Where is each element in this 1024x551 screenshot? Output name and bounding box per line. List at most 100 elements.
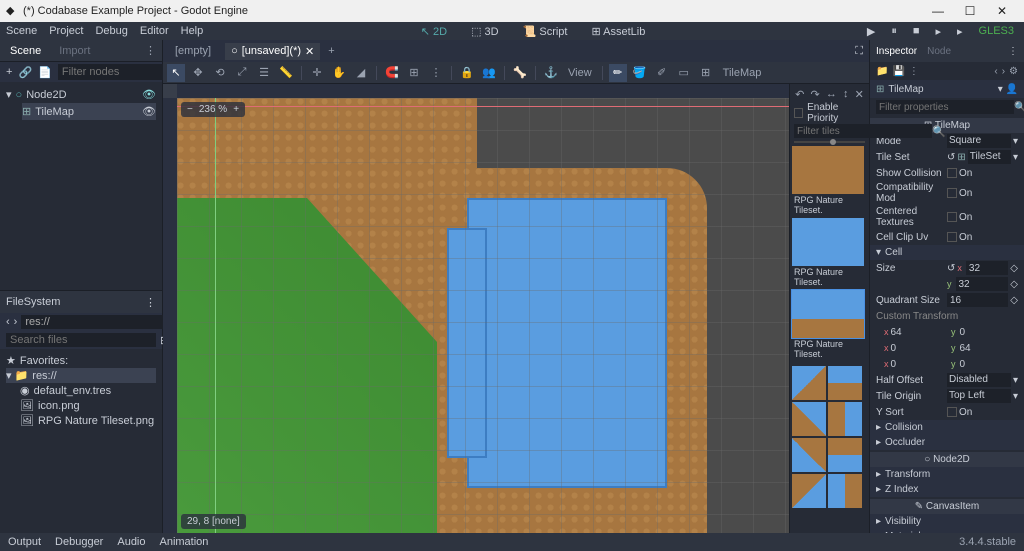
tile-variant[interactable] [828, 474, 862, 508]
prop-compat-check[interactable] [947, 188, 957, 198]
tilemap-rect-icon[interactable]: ▭ [675, 64, 693, 82]
prop-size-y[interactable]: 32 [956, 277, 1009, 291]
menu-project[interactable]: Project [49, 25, 83, 37]
tab-inspector[interactable]: Inspector [876, 46, 917, 57]
menu-editor[interactable]: Editor [140, 25, 169, 37]
menu-debug[interactable]: Debug [95, 25, 127, 37]
play-button[interactable]: ▶ [863, 25, 879, 38]
list-tool-icon[interactable]: ☰ [255, 64, 273, 82]
doc-tab-unsaved[interactable]: ○ [unsaved](*) ✕ [225, 43, 320, 60]
section-cell[interactable]: ▾ Cell [870, 245, 1024, 260]
tile-item[interactable]: RPG Nature Tileset. [792, 290, 867, 360]
open-icon[interactable]: 📁 [876, 66, 888, 77]
tab-node[interactable]: Node [927, 46, 951, 57]
minimize-button[interactable]: — [922, 4, 954, 18]
forward-icon[interactable]: › [14, 316, 18, 328]
flip-h-icon[interactable]: ↔ [826, 88, 837, 100]
dock-options-icon[interactable]: ⋮ [1008, 46, 1018, 57]
bottom-animation[interactable]: Animation [160, 536, 209, 548]
tile-variant[interactable] [792, 366, 826, 400]
add-tab-icon[interactable]: + [328, 45, 334, 57]
tile-variant[interactable] [828, 366, 862, 400]
forward-icon[interactable]: › [1002, 66, 1005, 77]
enable-priority-checkbox[interactable] [794, 108, 803, 118]
tab-import-dock[interactable]: Import [55, 43, 94, 59]
add-node-icon[interactable]: + [6, 66, 12, 78]
ruler-tool-icon[interactable]: 📏 [277, 64, 295, 82]
rotate-tool-icon[interactable]: ⟲ [211, 64, 229, 82]
fs-search-input[interactable] [6, 333, 156, 347]
tab-scene-dock[interactable]: Scene [6, 43, 45, 59]
scene-node-root[interactable]: ▾○ Node2D 👁 [6, 86, 156, 103]
back-icon[interactable]: ‹ [6, 316, 10, 328]
rotate-right-icon[interactable]: ↷ [810, 88, 819, 101]
search-icon[interactable]: 🔍 [1014, 102, 1024, 113]
play-scene-button[interactable]: ▸ [931, 25, 945, 38]
section-zindex[interactable]: ▸ Z Index [870, 482, 1024, 497]
stop-button[interactable]: ■ [909, 25, 924, 37]
tile-variant[interactable] [828, 402, 862, 436]
flip-v-icon[interactable]: ↕ [843, 88, 849, 100]
view-menu[interactable]: View [564, 64, 596, 82]
dock-options-icon[interactable]: ⋮ [145, 296, 156, 309]
canvas-viewport[interactable]: − 236 % + 29, 8 [none] [163, 84, 789, 533]
inspector-object[interactable]: TileMap [888, 84, 923, 95]
pan-icon[interactable]: ✋ [330, 64, 348, 82]
bone-icon[interactable]: 🦴 [511, 64, 529, 82]
visibility-icon[interactable]: 👁 [142, 88, 156, 101]
snap-icon[interactable]: 🧲 [383, 64, 401, 82]
section-collision[interactable]: ▸ Collision [870, 420, 1024, 435]
grid-snap-icon[interactable]: ⊞ [405, 64, 423, 82]
bottom-output[interactable]: Output [8, 536, 41, 548]
tilemap-grid-icon[interactable]: ⊞ [697, 64, 715, 82]
link-scene-icon[interactable]: 🔗 [18, 66, 32, 79]
doc-tab-empty[interactable]: [empty] [169, 43, 217, 59]
prop-tileset-value[interactable]: TileSet [968, 150, 1011, 164]
select-tool-icon[interactable]: ↖ [167, 64, 185, 82]
visibility-icon[interactable]: 👁 [142, 105, 156, 118]
tab-assetlib[interactable]: ⊞ AssetLib [591, 25, 645, 38]
scene-node-tilemap[interactable]: ⊞ TileMap 👁 [22, 103, 156, 120]
prop-mode-value[interactable]: Square [947, 134, 1011, 148]
prop-ysort-check[interactable] [947, 407, 957, 417]
filter-tiles-input[interactable] [794, 124, 932, 138]
tile-item[interactable]: RPG Nature Tileset. [792, 146, 867, 216]
zoom-out-icon[interactable]: − [187, 104, 193, 115]
tilemap-menu[interactable]: TileMap [719, 64, 766, 82]
close-button[interactable]: ✕ [986, 4, 1018, 18]
scale-tool-icon[interactable]: ⤢ [233, 64, 251, 82]
save-icon[interactable]: 💾 [892, 66, 904, 77]
prop-quadrant-value[interactable]: 16 [947, 293, 1008, 307]
pause-button[interactable]: ⏸ [887, 25, 901, 38]
fs-folder-root[interactable]: ▾ 📁 res:// [6, 368, 156, 383]
tile-variant[interactable] [792, 474, 826, 508]
prop-halfoffset-value[interactable]: Disabled [947, 373, 1011, 387]
tile-variant[interactable] [828, 438, 862, 472]
snap-config-icon[interactable]: ⋮ [427, 64, 445, 82]
tab-3d[interactable]: ⬚ 3D [471, 25, 499, 38]
section-visibility[interactable]: ▸ Visibility [870, 514, 1024, 529]
filter-properties-input[interactable] [876, 100, 1014, 114]
bottom-debugger[interactable]: Debugger [55, 536, 103, 548]
tab-script[interactable]: 📜 Script [523, 25, 568, 38]
bottom-audio[interactable]: Audio [117, 536, 145, 548]
fs-path-input[interactable] [21, 315, 171, 329]
maximize-button[interactable]: ☐ [954, 4, 986, 18]
prop-size-x[interactable]: 32 [966, 261, 1008, 275]
lock-icon[interactable]: 🔒 [458, 64, 476, 82]
tilemap-bucket-icon[interactable]: 🪣 [631, 64, 649, 82]
tilemap-paint-icon[interactable]: ✏ [609, 64, 627, 82]
back-icon[interactable]: ‹ [994, 66, 997, 77]
zoom-in-icon[interactable]: + [233, 104, 239, 115]
tile-item[interactable]: RPG Nature Tileset. [792, 218, 867, 288]
clear-transform-icon[interactable]: ✕ [855, 88, 864, 101]
play-custom-button[interactable]: ▸ [953, 25, 967, 38]
prop-clip-check[interactable] [947, 232, 957, 242]
rotate-left-icon[interactable]: ↶ [795, 88, 804, 101]
pivot-icon[interactable]: ✛ [308, 64, 326, 82]
prop-centered-check[interactable] [947, 212, 957, 222]
renderer-selector[interactable]: GLES3 [975, 25, 1018, 37]
dock-options-icon[interactable]: ⋮ [145, 44, 156, 57]
fs-file[interactable]: 🖼 icon.png [6, 398, 156, 413]
group-icon[interactable]: 👥 [480, 64, 498, 82]
